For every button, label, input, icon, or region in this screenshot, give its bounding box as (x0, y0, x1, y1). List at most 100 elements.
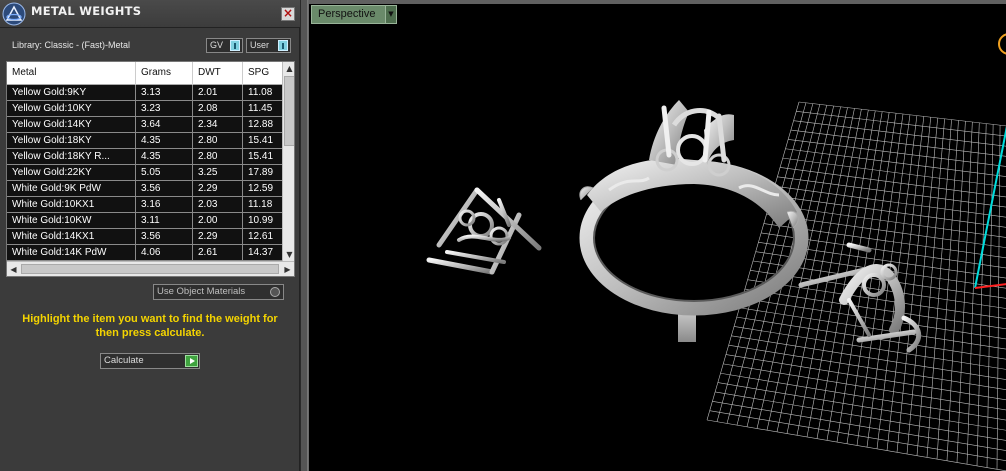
cell-spg: 17.89 (243, 165, 282, 181)
vertical-scrollbar[interactable]: ▲ ▼ (282, 62, 294, 261)
metal-table: Metal Grams DWT SPG Yellow Gold:9KY 3.13 2… (6, 61, 295, 277)
metal-weights-panel: METAL WEIGHTS × Library: Classic - (Fast… (0, 0, 300, 471)
scroll-down-icon[interactable]: ▼ (283, 248, 294, 261)
cell-grams: 3.64 (136, 117, 193, 133)
table-row[interactable]: Yellow Gold:10KY 3.23 2.08 11.45 (7, 101, 282, 117)
cell-metal: White Gold:14K PdW (7, 245, 136, 261)
column-header-grams[interactable]: Grams (136, 62, 193, 85)
table-header: Metal Grams DWT SPG (7, 62, 282, 85)
cell-metal: White Gold:9K PdW (7, 181, 136, 197)
cell-dwt: 2.80 (193, 149, 243, 165)
panel-header: METAL WEIGHTS × (0, 0, 300, 28)
cell-dwt: 2.00 (193, 213, 243, 229)
cell-spg: 12.59 (243, 181, 282, 197)
table-row[interactable]: Yellow Gold:22KY 5.05 3.25 17.89 (7, 165, 282, 181)
cell-grams: 3.23 (136, 101, 193, 117)
cell-spg: 15.41 (243, 133, 282, 149)
library-label: Library: Classic - (Fast)-Metal (12, 40, 131, 50)
cell-spg: 14.37 (243, 245, 282, 261)
table-row[interactable]: White Gold:10KW 3.11 2.00 10.99 (7, 213, 282, 229)
column-header-metal[interactable]: Metal (7, 62, 136, 85)
panel-title: METAL WEIGHTS (31, 4, 142, 18)
column-header-spg[interactable]: SPG (243, 62, 282, 85)
play-arrow-icon (185, 355, 198, 367)
scroll-right-icon[interactable]: ▶ (281, 262, 294, 276)
cell-spg: 15.41 (243, 149, 282, 165)
cell-metal: White Gold:10KX1 (7, 197, 136, 213)
table-row[interactable]: White Gold:10KX1 3.16 2.03 11.18 (7, 197, 282, 213)
cell-dwt: 2.03 (193, 197, 243, 213)
cell-metal: Yellow Gold:10KY (7, 101, 136, 117)
cell-metal: Yellow Gold:14KY (7, 117, 136, 133)
cell-spg: 11.08 (243, 85, 282, 101)
horizontal-scrollbar[interactable]: ◀ ▶ (7, 261, 294, 276)
calculate-button-label: Calculate (104, 355, 144, 366)
close-button[interactable]: × (281, 7, 295, 21)
cell-dwt: 2.08 (193, 101, 243, 117)
cell-metal: White Gold:14KX1 (7, 229, 136, 245)
cell-grams: 4.35 (136, 133, 193, 149)
view-selector[interactable]: Perspective ▼ (311, 5, 397, 24)
table-row[interactable]: White Gold:14KX1 3.56 2.29 12.61 (7, 229, 282, 245)
cell-metal: Yellow Gold:18KY (7, 133, 136, 149)
cell-grams: 3.56 (136, 181, 193, 197)
column-header-dwt[interactable]: DWT (193, 62, 243, 85)
table-row[interactable]: White Gold:14K PdW 4.06 2.61 14.37 (7, 245, 282, 261)
orientation-gizmo-icon (998, 33, 1006, 55)
toggle-knob-icon (230, 40, 240, 51)
view-selector-label: Perspective (318, 8, 376, 20)
table-row[interactable]: Yellow Gold:14KY 3.64 2.34 12.88 (7, 117, 282, 133)
table-body: Yellow Gold:9KY 3.13 2.01 11.08 Yellow Gold:… (7, 85, 282, 261)
cell-grams: 4.06 (136, 245, 193, 261)
user-toggle-label: User (250, 40, 270, 50)
cell-spg: 10.99 (243, 213, 282, 229)
table-row[interactable]: Yellow Gold:18KY 4.35 2.80 15.41 (7, 133, 282, 149)
app-logo-icon (2, 2, 26, 26)
cell-metal: Yellow Gold:9KY (7, 85, 136, 101)
table-row[interactable]: White Gold:9K PdW 3.56 2.29 12.59 (7, 181, 282, 197)
app-window: METAL WEIGHTS × Library: Classic - (Fast… (0, 0, 1006, 471)
cell-grams: 5.05 (136, 165, 193, 181)
viewport-scene (426, 33, 1006, 471)
gv-toggle-label: GV (210, 40, 224, 50)
table-row[interactable]: Yellow Gold:18KY R... 4.35 2.80 15.41 (7, 149, 282, 165)
radio-dot-icon (270, 287, 280, 297)
cell-spg: 12.61 (243, 229, 282, 245)
cell-dwt: 2.29 (193, 229, 243, 245)
cell-spg: 12.88 (243, 117, 282, 133)
cell-metal: Yellow Gold:18KY R... (7, 149, 136, 165)
cell-dwt: 2.29 (193, 181, 243, 197)
use-object-materials-toggle[interactable]: Use Object Materials (153, 284, 284, 300)
user-toggle[interactable]: User (246, 38, 291, 53)
gv-toggle[interactable]: GV (206, 38, 243, 53)
cell-dwt: 2.34 (193, 117, 243, 133)
vertical-scroll-thumb[interactable] (284, 76, 294, 146)
cell-metal: White Gold:10KW (7, 213, 136, 229)
cell-dwt: 2.01 (193, 85, 243, 101)
calculate-button[interactable]: Calculate (100, 353, 200, 369)
cell-grams: 3.56 (136, 229, 193, 245)
instructions-text: Highlight the item you want to find the … (22, 313, 278, 339)
cell-grams: 3.16 (136, 197, 193, 213)
scroll-left-icon[interactable]: ◀ (7, 262, 20, 276)
cell-metal: Yellow Gold:22KY (7, 165, 136, 181)
3d-viewport[interactable]: Perspective ▼ (308, 0, 1006, 471)
horizontal-scroll-thumb[interactable] (21, 264, 279, 274)
cell-grams: 3.11 (136, 213, 193, 229)
cell-grams: 4.35 (136, 149, 193, 165)
viewport-top-strip (309, 0, 1006, 4)
table-row[interactable]: Yellow Gold:9KY 3.13 2.01 11.08 (7, 85, 282, 101)
left-setting-model (426, 187, 542, 275)
metal-table-viewport: Metal Grams DWT SPG Yellow Gold:9KY 3.13 2… (7, 62, 282, 261)
toggle-knob-icon (278, 40, 288, 51)
cell-dwt: 2.80 (193, 133, 243, 149)
chevron-down-icon[interactable]: ▼ (385, 6, 396, 23)
cell-dwt: 3.25 (193, 165, 243, 181)
cell-spg: 11.18 (243, 197, 282, 213)
cell-grams: 3.13 (136, 85, 193, 101)
panel-splitter[interactable] (300, 0, 308, 471)
scroll-up-icon[interactable]: ▲ (283, 62, 294, 75)
use-object-materials-label: Use Object Materials (157, 286, 246, 297)
cell-spg: 11.45 (243, 101, 282, 117)
cell-dwt: 2.61 (193, 245, 243, 261)
